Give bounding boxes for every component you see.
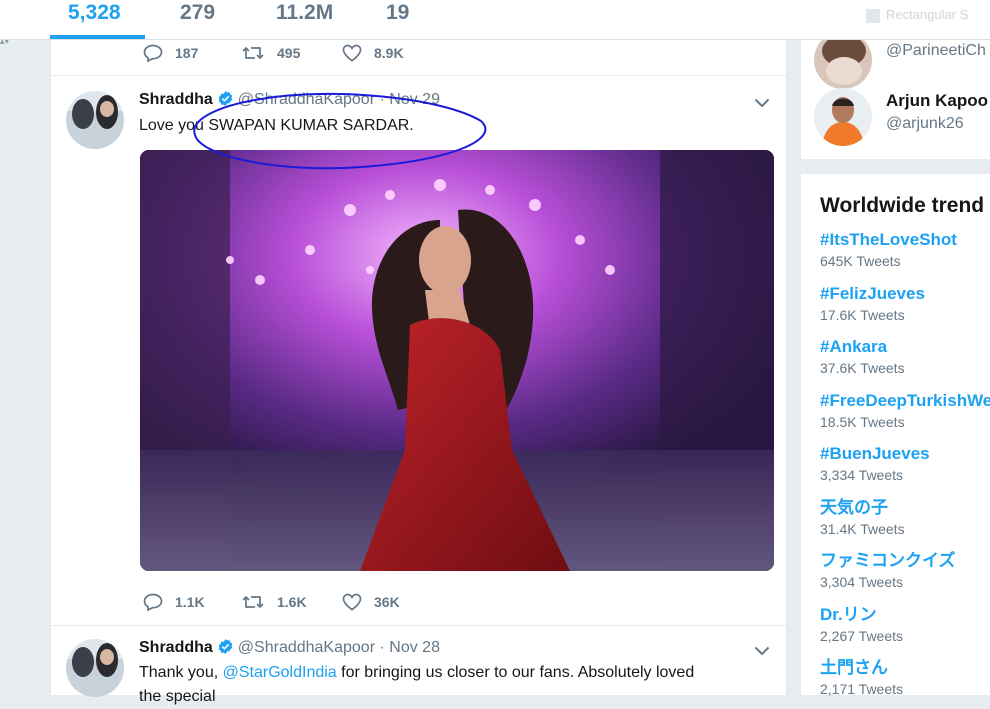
chevron-down-icon[interactable] <box>754 98 770 108</box>
reply-button[interactable]: 187 <box>143 43 198 63</box>
retweet-count: 495 <box>277 45 301 61</box>
retweet-count: 1.6K <box>277 594 307 610</box>
trend-count: 645K Tweets <box>820 253 901 269</box>
tweet-photo[interactable] <box>140 150 774 571</box>
verified-badge-icon <box>218 639 233 654</box>
profile-stats-bar: 5,328 279 11.2M 19 Rectangular S <box>0 0 990 40</box>
trend-count: 18.5K Tweets <box>820 414 905 430</box>
retweet-button[interactable]: 495 <box>241 43 300 63</box>
author-handle[interactable]: @ShraddhaKapoor <box>238 639 375 656</box>
tweet-text-line2: the special <box>139 688 216 705</box>
author-name[interactable]: Shraddha <box>139 639 213 656</box>
trend-count: 3,304 Tweets <box>820 574 904 590</box>
separator-dot: · <box>379 91 385 108</box>
trend-item[interactable]: ファミコンクイズ 3,304 Tweets <box>820 550 990 594</box>
stat-likes[interactable]: 19 <box>386 0 409 39</box>
like-count: 8.9K <box>374 45 404 61</box>
trend-item[interactable]: #FelizJueves 17.6K Tweets <box>820 283 990 327</box>
tweet-divider <box>51 625 786 626</box>
chevron-down-icon[interactable] <box>754 646 770 656</box>
heart-icon <box>342 44 362 62</box>
tweet-text: Thank you, @StarGoldIndia for bringing u… <box>139 661 694 685</box>
trend-item[interactable]: Dr.リン 2,267 Tweets <box>820 604 990 648</box>
trend-item[interactable]: 土門さん 2,171 Tweets <box>820 657 990 701</box>
tweet-timestamp[interactable]: Nov 28 <box>389 639 440 656</box>
heart-icon <box>342 593 362 611</box>
active-tab-indicator <box>50 35 145 39</box>
trend-name[interactable]: Dr.リン <box>820 604 990 626</box>
follow-suggestion[interactable]: @ParineetiCh <box>801 31 990 91</box>
trend-count: 2,267 Tweets <box>820 628 904 644</box>
trend-count: 31.4K Tweets <box>820 521 905 537</box>
mention-link[interactable]: @StarGoldIndia <box>223 664 337 681</box>
trend-name[interactable]: #ItsTheLoveShot <box>820 229 990 251</box>
ghost-tooltip: Rectangular S <box>866 2 990 28</box>
trend-item[interactable]: 天気の子 31.4K Tweets <box>820 497 990 541</box>
author-handle[interactable]: @ShraddhaKapoor <box>238 91 375 108</box>
follow-suggestion[interactable]: Arjun Kapoo @arjunk26 <box>801 88 990 148</box>
author-name[interactable]: Shraddha <box>139 91 213 108</box>
retweet-icon <box>242 596 264 608</box>
trend-count: 2,171 Tweets <box>820 681 904 697</box>
trend-item[interactable]: #FreeDeepTurkishWe 18.5K Tweets <box>820 390 990 434</box>
trend-item[interactable]: #ItsTheLoveShot 645K Tweets <box>820 229 990 273</box>
tweet-divider <box>51 75 786 76</box>
stat-following[interactable]: 279 <box>180 0 215 39</box>
trends-card: Worldwide trend #ItsTheLoveShot 645K Twee… <box>801 174 990 697</box>
verified-badge-icon <box>218 91 233 106</box>
like-count: 36K <box>374 594 400 610</box>
trend-name[interactable]: #FreeDeepTurkishWe <box>820 390 990 412</box>
tweet-text-part: for bringing us closer to our fans. Abso… <box>336 664 695 681</box>
stat-tweets[interactable]: 5,328 <box>68 0 121 39</box>
tweet-header: Shraddha @ShraddhaKapoor · Nov 29 <box>139 89 440 111</box>
suggested-handle[interactable]: @arjunk26 <box>886 115 964 133</box>
who-to-follow-card: @ParineetiCh Arjun Kapoo @arjunk26 <box>801 31 990 159</box>
reply-count: 1.1K <box>175 594 205 610</box>
separator-dot: · <box>379 639 385 656</box>
trend-count: 37.6K Tweets <box>820 360 905 376</box>
like-button[interactable]: 36K <box>342 592 400 612</box>
trend-name[interactable]: 土門さん <box>820 657 990 679</box>
trend-count: 3,334 Tweets <box>820 467 904 483</box>
suggested-name[interactable]: Arjun Kapoo <box>886 91 988 111</box>
trend-name[interactable]: ファミコンクイズ <box>820 550 990 572</box>
retweet-icon <box>242 47 264 59</box>
trends-title: Worldwide trend <box>820 194 985 217</box>
reply-button[interactable]: 1.1K <box>143 592 205 612</box>
suggested-handle[interactable]: @ParineetiCh <box>886 42 986 60</box>
timeline: 187 495 8.9K Shraddha @ShraddhaKapoor · N… <box>50 39 787 705</box>
avatar[interactable] <box>814 88 872 146</box>
trend-name[interactable]: #FelizJueves <box>820 283 990 305</box>
avatar[interactable] <box>66 91 124 149</box>
tweet-text: Love you SWAPAN KUMAR SARDAR. <box>139 117 414 134</box>
reply-icon <box>143 593 163 611</box>
stat-followers[interactable]: 11.2M <box>276 0 333 39</box>
retweet-button[interactable]: 1.6K <box>241 592 307 612</box>
trend-name[interactable]: 天気の子 <box>820 497 990 519</box>
avatar[interactable] <box>66 639 124 697</box>
trend-item[interactable]: #Ankara 37.6K Tweets <box>820 336 990 380</box>
tweet-text-part: Thank you, <box>139 664 223 681</box>
tweet-timestamp[interactable]: Nov 29 <box>389 91 440 108</box>
square-icon <box>866 8 880 23</box>
like-button[interactable]: 8.9K <box>342 43 404 63</box>
ghost-tooltip-label: Rectangular S <box>886 7 969 22</box>
trend-item[interactable]: #BuenJueves 3,334 Tweets <box>820 443 990 487</box>
reply-icon <box>143 44 163 62</box>
trend-name[interactable]: #BuenJueves <box>820 443 990 465</box>
tweet-header: Shraddha @ShraddhaKapoor · Nov 28 <box>139 637 440 659</box>
trend-count: 17.6K Tweets <box>820 307 905 323</box>
trend-name[interactable]: #Ankara <box>820 336 990 358</box>
reply-count: 187 <box>175 45 199 61</box>
